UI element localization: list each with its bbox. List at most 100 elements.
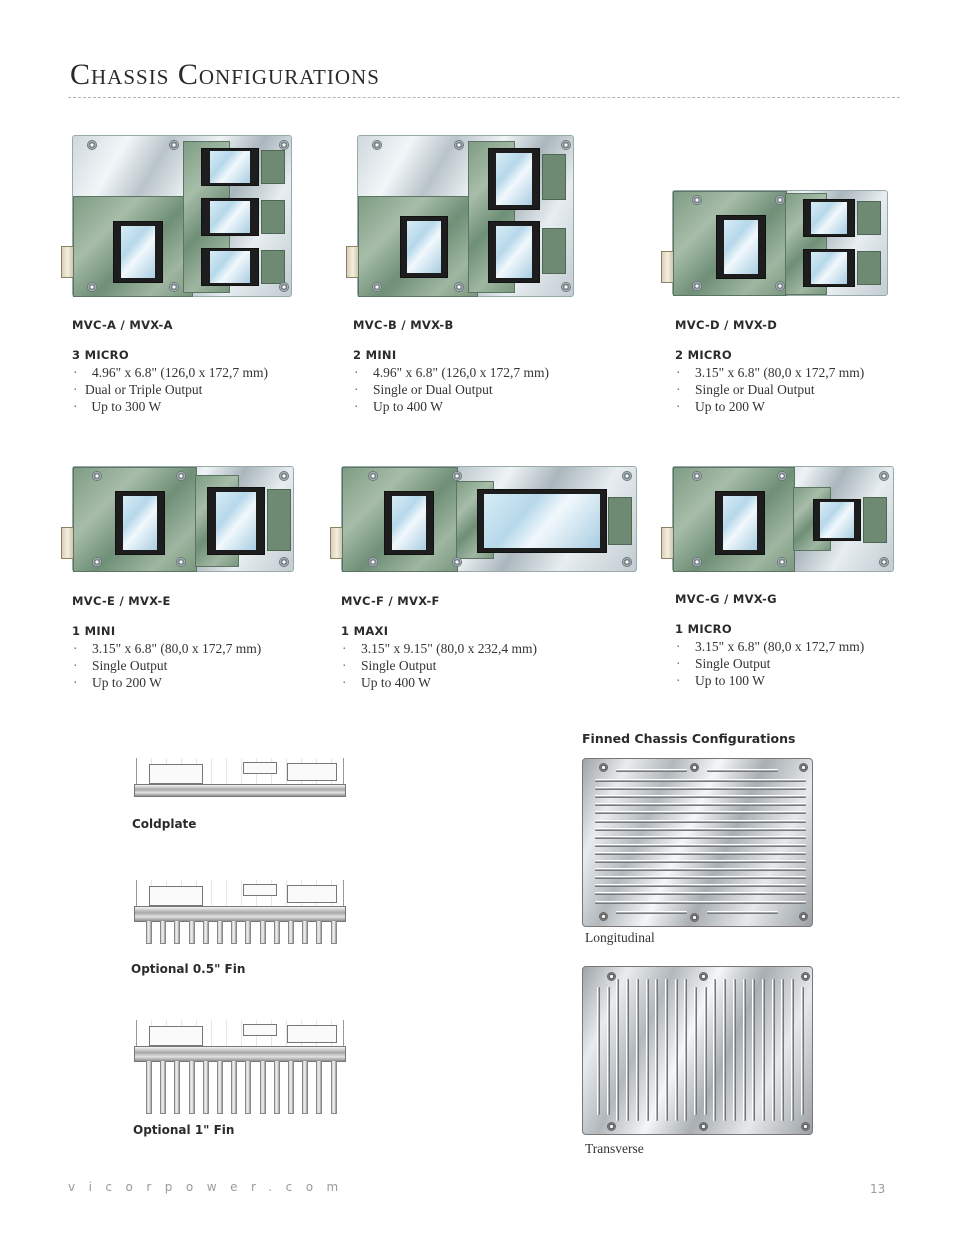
screw-icon: [692, 195, 702, 205]
module-type: 1 MAXI: [341, 624, 389, 638]
screw-icon: [92, 557, 102, 567]
spec-dimensions: 3.15" x 9.15" (80,0 x 232,4 mm): [361, 641, 538, 656]
side-view-board: [136, 1020, 344, 1047]
spec-power: Up to 100 W: [695, 673, 765, 688]
spec-outputs: Dual or Triple Output: [85, 382, 203, 397]
fin: [595, 827, 806, 831]
fin: [761, 979, 765, 1121]
spec-dimensions: 3.15" x 6.8" (80,0 x 172,7 mm): [695, 639, 865, 654]
fin: [273, 921, 280, 944]
output-terminal: [608, 497, 632, 545]
spec-power: Up to 200 W: [92, 675, 162, 690]
fin: [595, 900, 806, 904]
fin: [606, 987, 610, 1115]
component: [243, 884, 277, 896]
short-fin: [616, 911, 687, 914]
chassis-image-mvc-a: [61, 135, 292, 297]
model-name: MVC-B / MVX-B: [353, 318, 454, 332]
input-module: [400, 216, 448, 278]
fin: [217, 921, 223, 944]
output-module-3: [201, 248, 259, 286]
spec-item: · Up to 100 W: [675, 672, 864, 689]
fin: [302, 1061, 309, 1114]
output-module-maxi: [477, 489, 607, 553]
module-type: 3 MICRO: [72, 348, 129, 362]
bullet-icon: ·: [73, 675, 78, 690]
spec-power: Up to 200 W: [695, 399, 765, 414]
input-module: [716, 215, 766, 279]
short-fin: [616, 769, 687, 772]
fin: [217, 1061, 223, 1114]
spec-item: · Up to 300 W: [72, 398, 268, 415]
side-view-one-inch-fin: [134, 1020, 346, 1115]
spec-item: · Single Output: [675, 655, 864, 672]
screw-icon: [699, 1122, 708, 1131]
screw-icon: [452, 471, 462, 481]
output-module-2: [201, 198, 259, 236]
caption-longitudinal: Longitudinal: [585, 930, 655, 945]
footer-website: vicorpower.com: [68, 1180, 352, 1194]
fin: [231, 921, 238, 944]
spec-outputs: Single or Dual Output: [373, 382, 493, 397]
input-module: [384, 491, 434, 555]
output-terminal-3: [261, 250, 285, 284]
fin: [330, 921, 337, 944]
side-view-half-inch-fin: [134, 880, 346, 945]
screw-icon: [607, 972, 616, 981]
input-module: [715, 491, 765, 555]
bullet-icon: ·: [676, 382, 681, 397]
output-terminal: [267, 489, 291, 551]
title-divider: [68, 97, 900, 98]
fin: [800, 987, 804, 1115]
output-terminal-1: [857, 201, 881, 235]
fin: [188, 1061, 195, 1114]
fin: [595, 843, 806, 847]
page-number: 13: [870, 1182, 886, 1196]
spec-item: · 3.15" x 6.8" (80,0 x 172,7 mm): [675, 638, 864, 655]
screw-icon: [879, 471, 889, 481]
caption-half-inch-fin: Optional 0.5" Fin: [131, 962, 246, 976]
fin: [752, 979, 756, 1121]
screw-icon: [777, 471, 787, 481]
screw-icon: [279, 140, 289, 150]
screw-icon: [692, 471, 702, 481]
spec-power: Up to 400 W: [361, 675, 431, 690]
fin: [160, 921, 167, 944]
fin: [146, 921, 152, 944]
fin: [330, 1061, 337, 1114]
fin: [635, 979, 639, 1121]
page-title: Chassis Configurations: [70, 58, 380, 91]
screw-icon: [622, 471, 632, 481]
side-view-board: [136, 880, 344, 907]
bullet-icon: ·: [676, 399, 681, 414]
screw-icon: [690, 913, 699, 922]
fin: [684, 979, 688, 1121]
caption-transverse: Transverse: [585, 1141, 644, 1156]
fin: [595, 860, 806, 863]
fin: [259, 1061, 266, 1114]
screw-icon: [692, 557, 702, 567]
fin: [694, 987, 697, 1115]
fin: [742, 979, 746, 1121]
model-name: MVC-A / MVX-A: [72, 318, 173, 332]
fin: [595, 876, 806, 880]
fin: [188, 921, 195, 944]
module-type: 2 MINI: [353, 348, 397, 362]
fin: [664, 979, 668, 1121]
fin: [595, 892, 806, 896]
screw-icon: [279, 557, 289, 567]
screw-icon: [879, 557, 889, 567]
chassis-image-mvc-g: [661, 466, 894, 572]
screw-icon: [599, 763, 608, 772]
chassis-image-mvc-e: [61, 466, 294, 572]
screw-icon: [454, 140, 464, 150]
fin: [655, 979, 659, 1121]
fin: [616, 979, 620, 1121]
fin: [146, 1061, 152, 1114]
spec-item: · Single or Dual Output: [353, 381, 549, 398]
screw-icon: [799, 912, 808, 921]
output-terminal-1: [261, 150, 285, 184]
spec-item: · Up to 400 W: [341, 674, 537, 691]
screw-icon: [775, 195, 785, 205]
bullet-icon: ·: [676, 365, 681, 380]
